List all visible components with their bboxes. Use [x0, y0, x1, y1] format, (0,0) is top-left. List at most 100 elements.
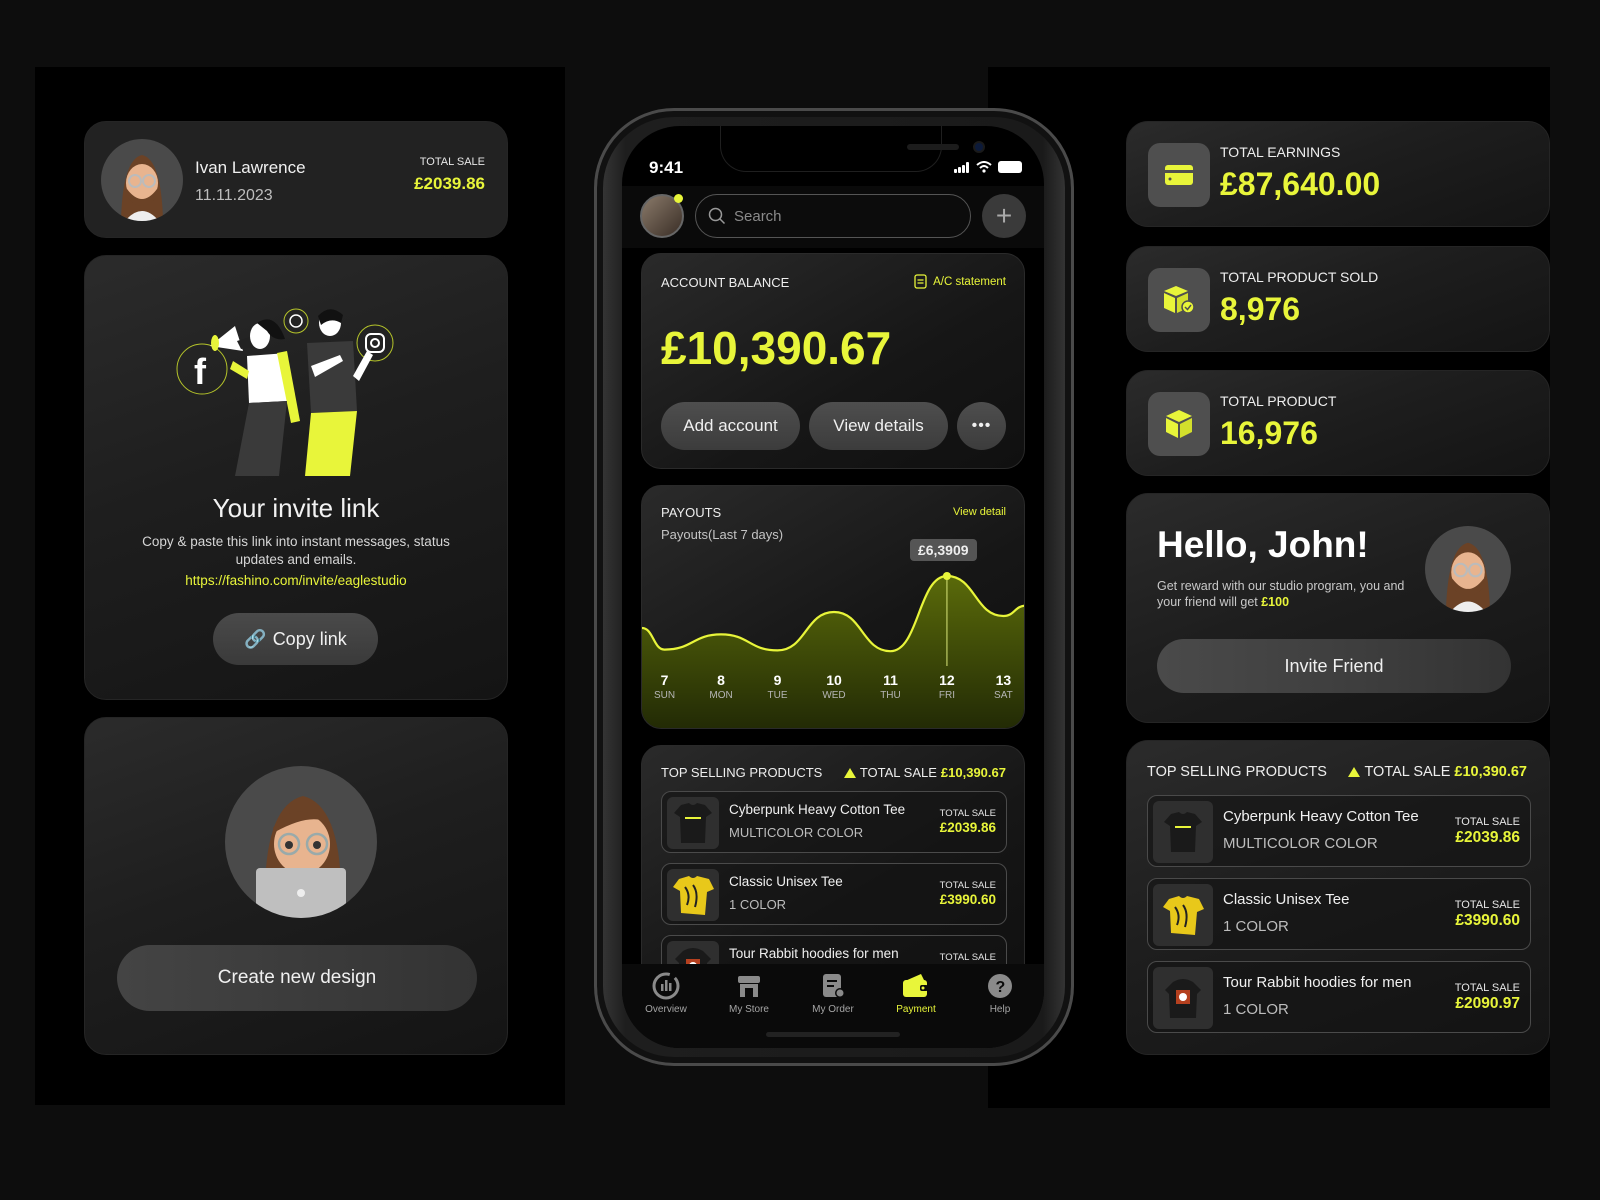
app-bar: +: [622, 186, 1044, 248]
product-name: Classic Unisex Tee: [729, 874, 843, 889]
product-sale-value: £2039.86: [1455, 829, 1520, 846]
product-sale-label: TOTAL SALE: [1454, 816, 1520, 828]
tab-overview[interactable]: Overview: [626, 972, 706, 1015]
product-variant: 1 COLOR: [729, 897, 787, 912]
product-row[interactable]: Classic Unisex Tee 1 COLOR TOTAL SALE £3…: [1147, 878, 1531, 950]
order-icon: [823, 974, 845, 998]
top-selling-card-large: TOP SELLING PRODUCTS TOTAL SALE £10,390.…: [1126, 740, 1550, 1055]
payouts-subtitle: Payouts(Last 7 days): [661, 527, 784, 542]
more-options-button[interactable]: •••: [957, 402, 1006, 450]
product-row[interactable]: Tour Rabbit hoodies for men 1 COLOR TOTA…: [1147, 961, 1531, 1033]
reward-amount: £100: [1261, 595, 1290, 609]
hoodie-icon: [1165, 979, 1201, 1018]
account-balance-label: ACCOUNT BALANCE: [661, 275, 790, 290]
tab-my-order[interactable]: My Order: [793, 972, 873, 1015]
product-row[interactable]: Cyberpunk Heavy Cotton Tee MULTICOLOR CO…: [661, 791, 1007, 853]
account-balance-card: ACCOUNT BALANCE A/C statement £10,390.67…: [641, 253, 1025, 469]
product-name: Cyberpunk Heavy Cotton Tee: [1223, 808, 1419, 825]
speaker: [907, 144, 959, 150]
top-selling-card: TOP SELLING PRODUCTS TOTAL SALE £10,390.…: [641, 745, 1025, 985]
add-account-button[interactable]: Add account: [661, 402, 800, 450]
day-name: THU: [880, 690, 901, 701]
create-new-design-button[interactable]: Create new design: [117, 945, 477, 1011]
day-name: SUN: [654, 690, 676, 701]
total-sale-value: £2039.86: [414, 174, 485, 193]
john-avatar: [1425, 526, 1511, 612]
status-icons: [954, 161, 1022, 173]
search-box[interactable]: [695, 194, 971, 238]
total-earnings-card: TOTAL EARNINGS £87,640.00: [1126, 121, 1550, 227]
product-name: Classic Unisex Tee: [1223, 891, 1350, 908]
view-detail-link[interactable]: View detail: [953, 506, 1006, 518]
product-variant: MULTICOLOR COLOR: [729, 825, 864, 840]
product-variant: 1 COLOR: [1223, 918, 1289, 935]
total-sale-label: TOTAL SALE: [419, 156, 485, 168]
top-selling-title: TOP SELLING PRODUCTS: [661, 765, 823, 780]
profile-avatar: [101, 139, 183, 221]
memoji-avatar-icon: [1445, 542, 1491, 612]
profile-date: 11.11.2023: [195, 187, 273, 204]
store-icon: [738, 976, 760, 997]
payouts-card: PAYOUTS Payouts(Last 7 days) View detail…: [641, 485, 1025, 729]
link-icon: 🔗: [244, 628, 267, 649]
product-row[interactable]: Cyberpunk Heavy Cotton Tee MULTICOLOR CO…: [1147, 795, 1531, 867]
search-input[interactable]: [734, 207, 954, 225]
x-tick-label: 8 MON: [701, 672, 741, 701]
stat-value: £87,640.00: [1220, 166, 1381, 202]
facebook-icon: f: [194, 351, 207, 392]
payout-tooltip: £6,3909: [909, 539, 977, 561]
product-sale-value: £2039.86: [939, 820, 996, 835]
total-sale-value: £10,390.67: [1454, 764, 1527, 780]
account-balance-value: £10,390.67: [661, 322, 892, 374]
invite-friend-button[interactable]: Invite Friend: [1157, 639, 1511, 693]
ac-statement-label: A/C statement: [933, 275, 1006, 288]
profile-sale-card: Ivan Lawrence 11.11.2023 TOTAL SALE £203…: [84, 121, 508, 238]
product-thumbnail: [1153, 801, 1213, 863]
tab-help[interactable]: ? Help: [960, 972, 1040, 1015]
product-name: Tour Rabbit hoodies for men: [1223, 974, 1412, 991]
help-icon: ?: [988, 974, 1012, 998]
product-thumbnail: [1153, 967, 1213, 1029]
invite-link-url[interactable]: https://fashino.com/invite/eaglestudio: [85, 573, 507, 588]
profile-name: Ivan Lawrence: [195, 158, 306, 177]
online-indicator: [674, 194, 683, 203]
greeting-title: Hello, John!: [1157, 524, 1369, 565]
wifi-icon: [976, 161, 992, 173]
product-name: Tour Rabbit hoodies for men: [729, 946, 899, 961]
add-button[interactable]: +: [982, 194, 1026, 238]
product-sale-label: TOTAL SALE: [939, 952, 996, 963]
day-number: 7: [660, 672, 669, 688]
signal-icon: [954, 161, 970, 173]
box-check-icon: [1164, 286, 1195, 314]
x-tick-label: 12 FRI: [927, 672, 967, 701]
box-icon: [1166, 410, 1192, 438]
day-name: WED: [822, 690, 846, 701]
ac-statement-link[interactable]: A/C statement: [914, 274, 1006, 289]
tab-label: Payment: [896, 1004, 936, 1015]
tab-payment[interactable]: Payment: [876, 972, 956, 1015]
highlight-dot: [942, 572, 951, 580]
x-tick-label: 7 SUN: [645, 672, 685, 701]
tab-my-store[interactable]: My Store: [709, 972, 789, 1015]
trend-up-icon: [843, 767, 856, 778]
tab-label: Overview: [645, 1004, 687, 1015]
stat-value: 8,976: [1220, 291, 1301, 327]
product-sale-value: £2090.97: [1455, 995, 1520, 1012]
product-variant: MULTICOLOR COLOR: [1223, 835, 1378, 852]
wallet-icon: [903, 974, 928, 997]
x-tick-label: 11 THU: [870, 672, 910, 701]
day-number: 11: [883, 672, 898, 688]
top-selling-title: TOP SELLING PRODUCTS: [1147, 764, 1327, 780]
memoji-laptop-icon: [256, 796, 346, 918]
product-thumbnail: [667, 797, 719, 849]
product-row[interactable]: Classic Unisex Tee 1 COLOR TOTAL SALE £3…: [661, 863, 1007, 925]
view-details-button[interactable]: View details: [809, 402, 948, 450]
day-name: TUE: [767, 690, 788, 701]
product-sale-label: TOTAL SALE: [939, 880, 996, 891]
copy-link-button[interactable]: 🔗 Copy link: [213, 613, 378, 665]
invite-description: Copy & paste this link into instant mess…: [142, 534, 450, 567]
total-sale-value: £10,390.67: [940, 765, 1006, 780]
phone-notch: [720, 126, 985, 172]
tab-label: Help: [989, 1004, 1011, 1015]
greeting-description: Get reward with our studio program, you …: [1157, 578, 1427, 610]
